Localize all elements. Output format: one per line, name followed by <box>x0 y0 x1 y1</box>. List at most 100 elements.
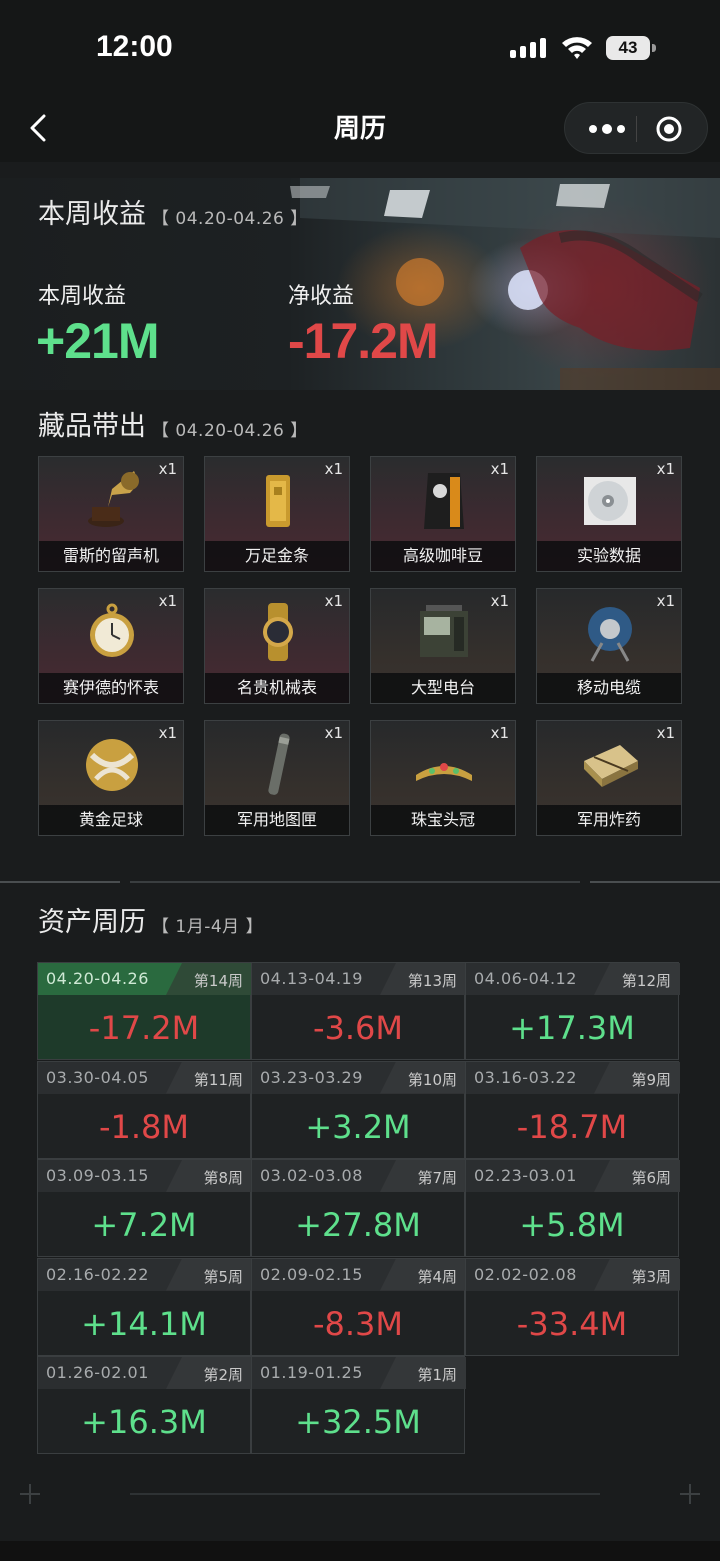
item-quantity: x1 <box>656 460 675 478</box>
week-cell-header: 03.09-03.15 第8周 <box>38 1160 252 1192</box>
section-divider <box>0 881 720 883</box>
week-number: 第4周 <box>417 1267 457 1286</box>
item-quantity: x1 <box>158 724 177 742</box>
item-name: 军用炸药 <box>537 805 681 835</box>
week-cell[interactable]: 03.30-04.05 第11周 -1.8M <box>37 1060 252 1159</box>
week-cell[interactable]: 02.02-02.08 第3周 -33.4M <box>465 1257 680 1356</box>
week-date-range: 03.23-03.29 <box>260 1067 363 1087</box>
week-cell[interactable]: 02.23-03.01 第6周 +5.8M <box>465 1159 680 1257</box>
collection-item[interactable]: x1 雷斯的留声机 <box>38 456 184 572</box>
week-number: 第8周 <box>203 1169 243 1187</box>
collection-item[interactable]: x1 高级咖啡豆 <box>370 456 516 572</box>
collection-item[interactable]: x1 黄金足球 <box>38 720 184 836</box>
week-number: 第6周 <box>631 1169 671 1187</box>
week-cell-header: 04.20-04.26 第14周 <box>38 963 252 995</box>
week-date-range: 03.02-03.08 <box>260 1166 363 1185</box>
gramophone-icon <box>88 471 139 527</box>
item-name: 大型电台 <box>371 673 515 703</box>
collection-item[interactable]: x1 军用炸药 <box>536 720 682 836</box>
calendar-range: 【 1月-4月 】 <box>152 917 264 937</box>
week-cell-header: 02.09-02.15 第4周 <box>252 1258 466 1291</box>
week-cell[interactable]: 01.19-01.25 第1周 +32.5M <box>251 1356 466 1454</box>
week-cell[interactable]: 03.09-03.15 第8周 +7.2M <box>37 1159 252 1257</box>
item-quantity: x1 <box>490 460 509 478</box>
collection-item[interactable]: x1 实验数据 <box>536 456 682 572</box>
week-cell-header: 01.26-02.01 第2周 <box>38 1357 252 1389</box>
coffee-bag-icon <box>424 473 464 529</box>
week-date-range: 03.09-03.15 <box>46 1166 149 1185</box>
week-cell[interactable]: 02.09-02.15 第4周 -8.3M <box>251 1257 466 1356</box>
week-cell-header: 04.06-04.12 第12周 <box>466 963 680 995</box>
week-date-range: 01.26-02.01 <box>46 1363 149 1382</box>
collection-item[interactable]: x1 移动电缆 <box>536 588 682 704</box>
map-tube-icon <box>268 733 290 795</box>
week-net-value: +32.5M <box>295 1403 421 1441</box>
close-target-icon[interactable] <box>655 115 683 143</box>
item-name: 高级咖啡豆 <box>371 541 515 571</box>
status-time: 12:00 <box>96 30 173 63</box>
cellular-signal-icon <box>510 38 548 58</box>
week-cell[interactable]: 04.06-04.12 第12周 +17.3M <box>465 962 680 1060</box>
week-net-value: +27.8M <box>295 1206 421 1244</box>
item-name: 雷斯的留声机 <box>39 541 183 571</box>
week-cell[interactable]: 01.26-02.01 第2周 +16.3M <box>37 1356 252 1454</box>
week-net-value: -18.7M <box>516 1107 628 1146</box>
collection-item[interactable]: x1 万足金条 <box>204 456 350 572</box>
item-quantity: x1 <box>490 592 509 610</box>
more-icon[interactable] <box>583 118 633 140</box>
week-net-value: +3.2M <box>305 1107 411 1146</box>
golden-ball-icon <box>86 739 138 791</box>
week-number: 第10周 <box>407 1070 457 1089</box>
item-name: 实验数据 <box>537 541 681 571</box>
week-number: 第9周 <box>631 1070 671 1089</box>
week-number: 第12周 <box>621 972 671 990</box>
item-name: 移动电缆 <box>537 673 681 703</box>
net-income-value: -17.2M <box>288 313 439 369</box>
collection-item[interactable]: x1 大型电台 <box>370 588 516 704</box>
collection-item[interactable]: x1 珠宝头冠 <box>370 720 516 836</box>
week-net-value: +17.3M <box>509 1009 635 1047</box>
item-quantity: x1 <box>158 592 177 610</box>
week-cell[interactable]: 03.23-03.29 第10周 +3.2M <box>251 1060 466 1159</box>
week-cell[interactable]: 04.13-04.19 第13周 -3.6M <box>251 962 466 1060</box>
week-cell-header: 04.13-04.19 第13周 <box>252 963 466 995</box>
week-number: 第3周 <box>631 1267 671 1286</box>
week-net-value: -1.8M <box>98 1107 190 1146</box>
item-name: 赛伊德的怀表 <box>39 673 183 703</box>
week-cell-header: 02.23-03.01 第6周 <box>466 1160 680 1192</box>
collection-item[interactable]: x1 名贵机械表 <box>204 588 350 704</box>
week-net-value: +5.8M <box>519 1206 625 1244</box>
week-cell-header: 03.30-04.05 第11周 <box>38 1061 252 1094</box>
item-quantity: x1 <box>324 724 343 742</box>
week-cell[interactable]: 03.16-03.22 第9周 -18.7M <box>465 1060 680 1159</box>
item-quantity: x1 <box>324 460 343 478</box>
week-number: 第11周 <box>193 1070 243 1089</box>
week-net-value: +14.1M <box>81 1304 207 1343</box>
collection-item[interactable]: x1 军用地图匣 <box>204 720 350 836</box>
week-net-value: -17.2M <box>88 1009 200 1047</box>
wristwatch-icon <box>263 603 293 661</box>
weekly-earnings-title: 本周收益 <box>38 199 146 230</box>
radio-station-icon <box>420 605 468 657</box>
week-date-range: 03.16-03.22 <box>474 1067 577 1087</box>
gold-bar-icon <box>266 475 290 527</box>
week-cell-header: 01.19-01.25 第1周 <box>252 1357 466 1389</box>
item-quantity: x1 <box>656 724 675 742</box>
week-number: 第7周 <box>417 1169 457 1187</box>
asset-calendar-grid: 04.20-04.26 第14周 -17.2M 04.13-04.19 第13周 -3.6… <box>37 962 683 1458</box>
week-number: 第13周 <box>407 972 457 990</box>
item-name: 黄金足球 <box>39 805 183 835</box>
capsule-divider <box>636 116 637 142</box>
collection-range: 【 04.20-04.26 】 <box>152 421 308 441</box>
week-cell[interactable]: 03.02-03.08 第7周 +27.8M <box>251 1159 466 1257</box>
week-date-range: 04.20-04.26 <box>46 969 149 988</box>
week-cell-header: 03.16-03.22 第9周 <box>466 1061 680 1094</box>
item-name: 珠宝头冠 <box>371 805 515 835</box>
item-quantity: x1 <box>324 592 343 610</box>
collection-item[interactable]: x1 赛伊德的怀表 <box>38 588 184 704</box>
week-cell-current[interactable]: 04.20-04.26 第14周 -17.2M <box>37 962 252 1060</box>
home-indicator-bar <box>0 1541 720 1561</box>
week-cell[interactable]: 02.16-02.22 第5周 +14.1M <box>37 1257 252 1356</box>
week-date-range: 02.09-02.15 <box>260 1264 363 1284</box>
nav-bar: 周历 <box>0 96 720 162</box>
